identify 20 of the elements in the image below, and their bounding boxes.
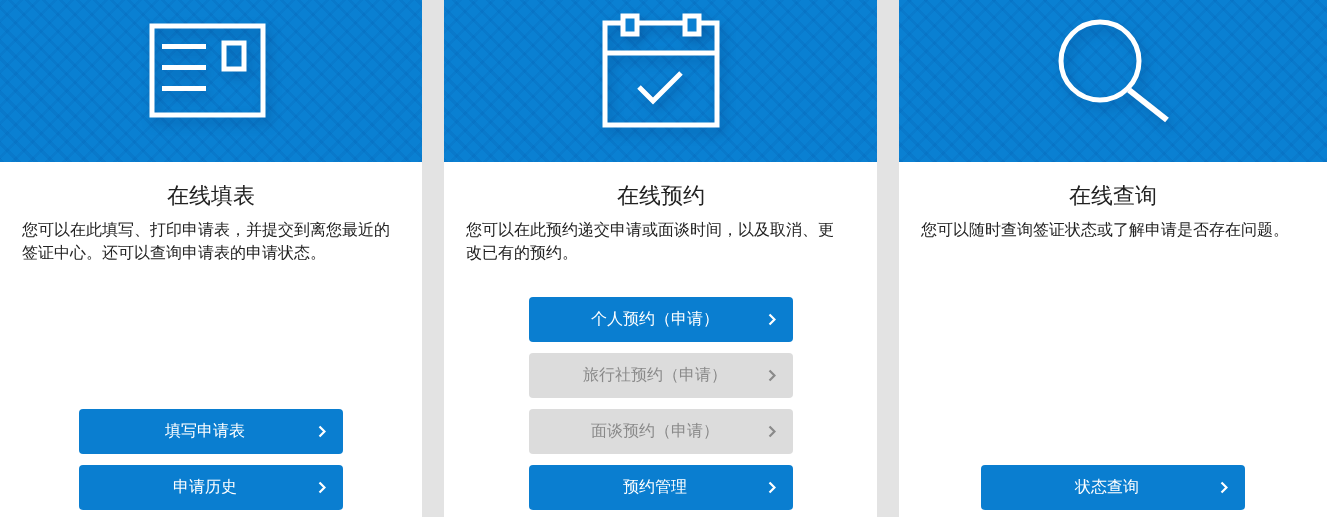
card-description: 您可以随时查询签证状态或了解申请是否存在问题。 (921, 219, 1290, 241)
chevron-icon (767, 369, 776, 382)
calendar-icon (600, 13, 721, 129)
action-button[interactable]: 填写申请表 (79, 409, 343, 454)
chevron-icon (767, 481, 776, 494)
card-title: 在线预约 (615, 182, 706, 210)
action-button[interactable]: 个人预约（申请） (528, 297, 793, 342)
action-button[interactable]: 状态查询 (981, 465, 1245, 510)
chevron-icon (318, 481, 326, 494)
card-description: 您可以在此预约递交申请或面谈时间，以及取消、更改已有的预约。 (466, 219, 835, 264)
chevron-icon (1220, 481, 1228, 494)
chevron-icon (767, 425, 776, 438)
chevron-icon (767, 313, 776, 326)
action-button[interactable]: 申请历史 (79, 465, 343, 510)
card-description: 您可以在此填写、打印申请表，并提交到离您最近的签证中心。还可以查询申请表的申请状态。 (22, 219, 391, 264)
card-title: 在线填表 (166, 182, 256, 210)
card-title: 在线查询 (1068, 182, 1158, 210)
card-icon (148, 22, 268, 120)
action-button[interactable]: 预约管理 (528, 465, 793, 510)
chevron-icon (318, 425, 326, 438)
